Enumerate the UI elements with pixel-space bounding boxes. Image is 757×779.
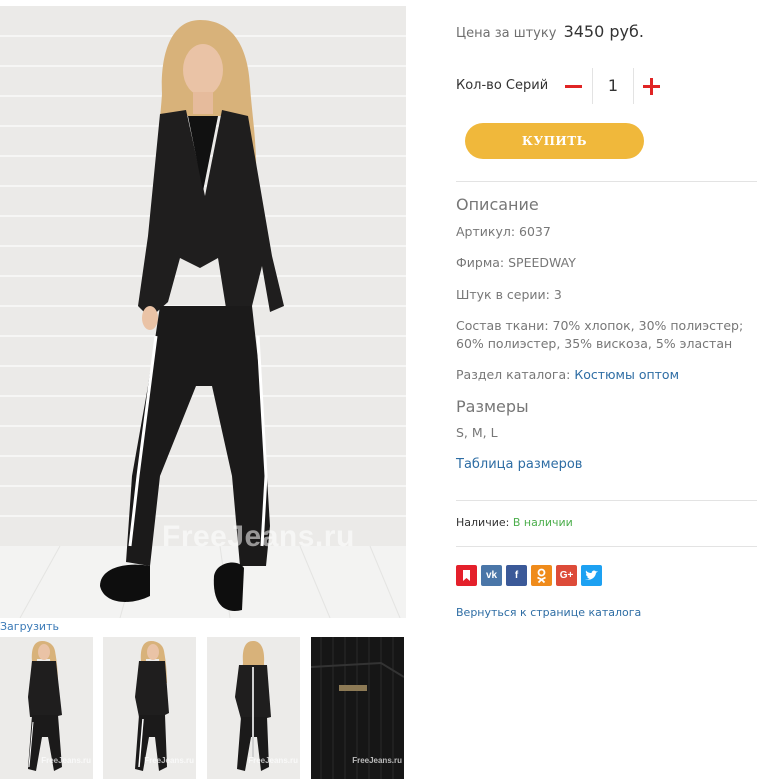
- catalog-section-label: Раздел каталога:: [456, 367, 571, 382]
- size-table-link[interactable]: Таблица размеров: [456, 456, 582, 474]
- product-main-image[interactable]: FreeJeans.ru: [0, 6, 406, 618]
- thumbnail-watermark: FreeJeans.ru: [352, 756, 402, 765]
- price-value: 3450 руб.: [563, 22, 644, 41]
- thumbnail-3[interactable]: FreeJeans.ru: [207, 637, 300, 779]
- quantity-stepper: Кол-во Серий 1: [456, 68, 696, 104]
- brand: Фирма: SPEEDWAY: [456, 255, 576, 270]
- vk-icon[interactable]: vk: [481, 565, 502, 586]
- quantity-label: Кол-во Серий: [456, 78, 549, 93]
- image-watermark: FreeJeans.ru: [162, 520, 355, 553]
- thumbnail-4[interactable]: FreeJeans.ru: [311, 637, 404, 779]
- twitter-icon[interactable]: [581, 565, 602, 586]
- back-to-catalog-link[interactable]: Вернуться к странице каталога: [456, 606, 641, 619]
- stock-label: Наличие:: [456, 516, 510, 529]
- divider: [456, 181, 757, 182]
- download-link[interactable]: Загрузить: [0, 620, 59, 633]
- article-number: Артикул: 6037: [456, 224, 551, 239]
- price-label: Цена за штуку: [456, 26, 557, 41]
- fabric-composition: Состав ткани: 70% хлопок, 30% полиэстер;…: [456, 318, 744, 351]
- stock-value: В наличии: [512, 516, 573, 529]
- facebook-icon[interactable]: f: [506, 565, 527, 586]
- buy-button[interactable]: КУПИТЬ: [465, 123, 644, 159]
- pieces-per-series: Штук в серии: 3: [456, 287, 562, 302]
- divider: [456, 500, 757, 501]
- thumbnail-watermark: FreeJeans.ru: [41, 756, 91, 765]
- plus-icon[interactable]: [642, 74, 662, 98]
- description-title: Описание: [456, 195, 539, 214]
- thumbnail-2[interactable]: FreeJeans.ru: [103, 637, 196, 779]
- thumbnail-watermark: FreeJeans.ru: [248, 756, 298, 765]
- catalog-section: Раздел каталога: Костюмы оптом: [456, 366, 679, 384]
- thumbnail-watermark: FreeJeans.ru: [144, 756, 194, 765]
- price-row: Цена за штуку 3450 руб.: [456, 22, 644, 41]
- divider: [456, 546, 757, 547]
- bookmark-icon[interactable]: [456, 565, 477, 586]
- stock-status: Наличие: В наличии: [456, 516, 573, 529]
- sizes-title: Размеры: [456, 397, 529, 416]
- odnoklassniki-icon[interactable]: [531, 565, 552, 586]
- thumbnail-1[interactable]: FreeJeans.ru: [0, 637, 93, 779]
- google-plus-icon[interactable]: G+: [556, 565, 577, 586]
- thumbnail-strip: FreeJeans.ru FreeJeans.ru FreeJeans.ru F…: [0, 637, 406, 779]
- quantity-input[interactable]: 1: [592, 68, 634, 104]
- catalog-section-link[interactable]: Костюмы оптом: [574, 367, 679, 382]
- sizes-values: S, M, L: [456, 425, 498, 440]
- minus-icon[interactable]: [564, 74, 584, 98]
